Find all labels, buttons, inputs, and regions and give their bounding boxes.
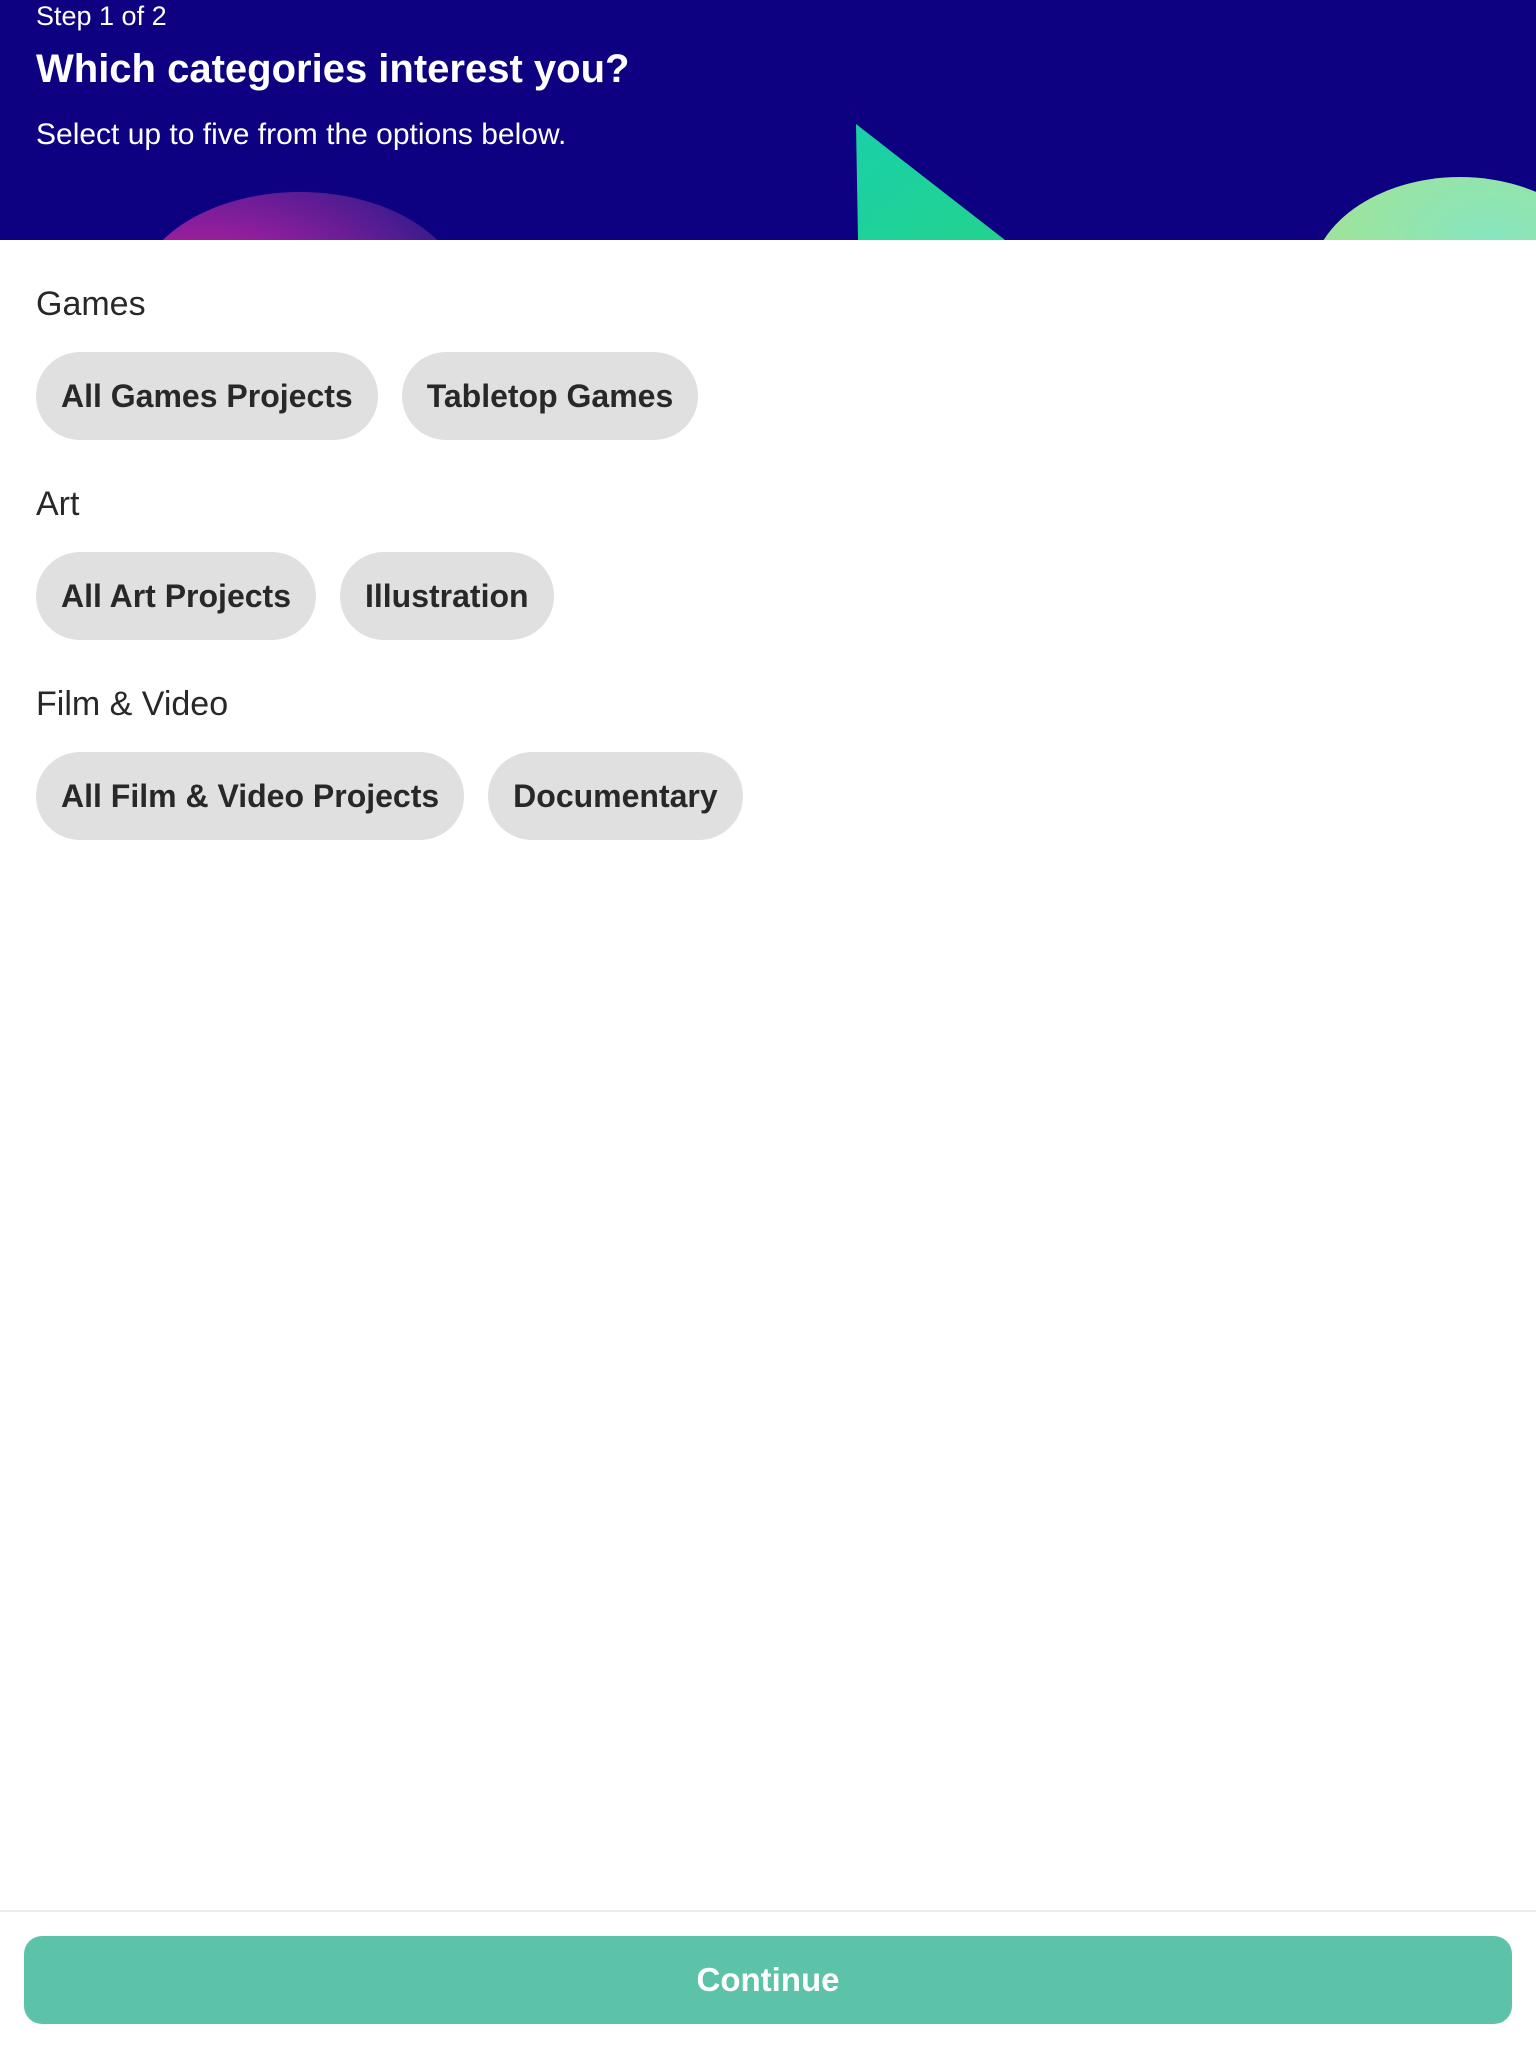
section-title: Art [36, 485, 80, 523]
pink-circle-shape [162, 192, 438, 240]
header-banner: Step 1 of 2 Which categories interest yo… [0, 0, 1536, 240]
section-title: Games [36, 285, 146, 323]
step-indicator: Step 1 of 2 [36, 1, 167, 31]
page-subtitle: Select up to five from the options below… [36, 118, 567, 151]
green-triangle-shape [856, 124, 1005, 240]
category-section-art: Art All Art Projects Illustration [36, 484, 1500, 640]
chip-illustration[interactable]: Illustration [339, 552, 554, 640]
chip-documentary[interactable]: Documentary [488, 752, 743, 840]
continue-button[interactable]: Continue [24, 1936, 1512, 2024]
chip-all-film-video-projects[interactable]: All Film & Video Projects [36, 752, 465, 840]
chip-group: All Film & Video Projects Documentary [36, 752, 1500, 840]
footer-divider [0, 1910, 1536, 1912]
categories-list: Games All Games Projects Tabletop Games … [36, 240, 1500, 840]
section-title: Film & Video [36, 685, 229, 723]
chip-all-games-projects[interactable]: All Games Projects [36, 352, 378, 440]
chip-group: All Art Projects Illustration [36, 552, 1500, 640]
chip-all-art-projects[interactable]: All Art Projects [36, 552, 316, 640]
category-section-games: Games All Games Projects Tabletop Games [36, 284, 1500, 440]
category-section-film-video: Film & Video All Film & Video Projects D… [36, 684, 1500, 840]
lime-circle-shape [1323, 177, 1536, 240]
page-title: Which categories interest you? [36, 47, 630, 91]
chip-tabletop-games[interactable]: Tabletop Games [401, 352, 699, 440]
chip-group: All Games Projects Tabletop Games [36, 352, 1500, 440]
